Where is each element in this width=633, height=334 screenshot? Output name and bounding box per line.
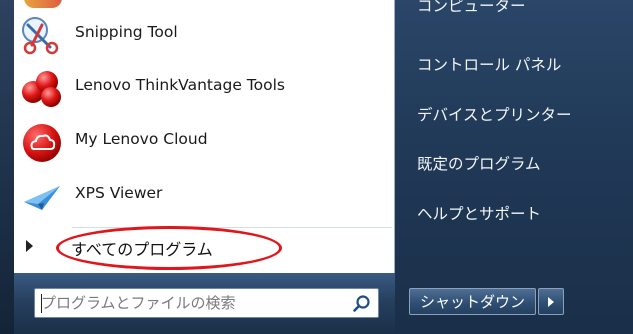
system-links-panel: コンピューター コントロール パネル デバイスとプリンター 既定のプログラム ヘ… <box>395 0 633 334</box>
right-item-default-programs[interactable]: 既定のプログラム <box>417 152 541 174</box>
right-item-computer[interactable]: コンピューター <box>417 0 526 16</box>
program-list-panel: Snipping Tool Lenovo ThinkVantage Tools <box>14 0 395 273</box>
expand-arrow-icon <box>26 240 33 252</box>
program-label: XPS Viewer <box>75 184 163 202</box>
chevron-right-icon <box>548 297 555 307</box>
start-menu: Snipping Tool Lenovo ThinkVantage Tools <box>0 0 633 334</box>
program-item-my-lenovo-cloud[interactable]: My Lenovo Cloud <box>14 116 395 170</box>
cloud-icon <box>23 124 61 162</box>
search-area <box>14 273 395 334</box>
paper-plane-icon <box>24 186 60 210</box>
program-item-thinkvantage-tools[interactable]: Lenovo ThinkVantage Tools <box>14 62 395 116</box>
program-label: My Lenovo Cloud <box>75 130 208 148</box>
right-item-devices-printers[interactable]: デバイスとプリンター <box>417 103 572 125</box>
search-icon[interactable] <box>352 294 372 314</box>
right-item-help-support[interactable]: ヘルプとサポート <box>417 202 541 224</box>
program-item-xps-viewer[interactable]: XPS Viewer <box>14 170 395 224</box>
shutdown-group: シャットダウン <box>409 288 565 315</box>
thinkvantage-icon <box>22 71 61 107</box>
scissors-icon <box>22 17 59 55</box>
shutdown-options-button[interactable] <box>538 288 565 315</box>
right-item-control-panel[interactable]: コントロール パネル <box>417 53 561 75</box>
program-label: Lenovo ThinkVantage Tools <box>75 76 285 94</box>
partially-visible-program-icon <box>24 0 62 8</box>
program-label: Snipping Tool <box>75 23 178 41</box>
program-item-snipping-tool[interactable]: Snipping Tool <box>14 9 395 63</box>
search-input[interactable] <box>41 292 341 314</box>
all-programs-item[interactable]: すべてのプログラム <box>14 228 395 264</box>
search-box[interactable] <box>34 288 379 318</box>
all-programs-label: すべてのプログラム <box>71 240 213 259</box>
shutdown-button[interactable]: シャットダウン <box>409 288 537 315</box>
desktop-edge <box>0 0 14 334</box>
